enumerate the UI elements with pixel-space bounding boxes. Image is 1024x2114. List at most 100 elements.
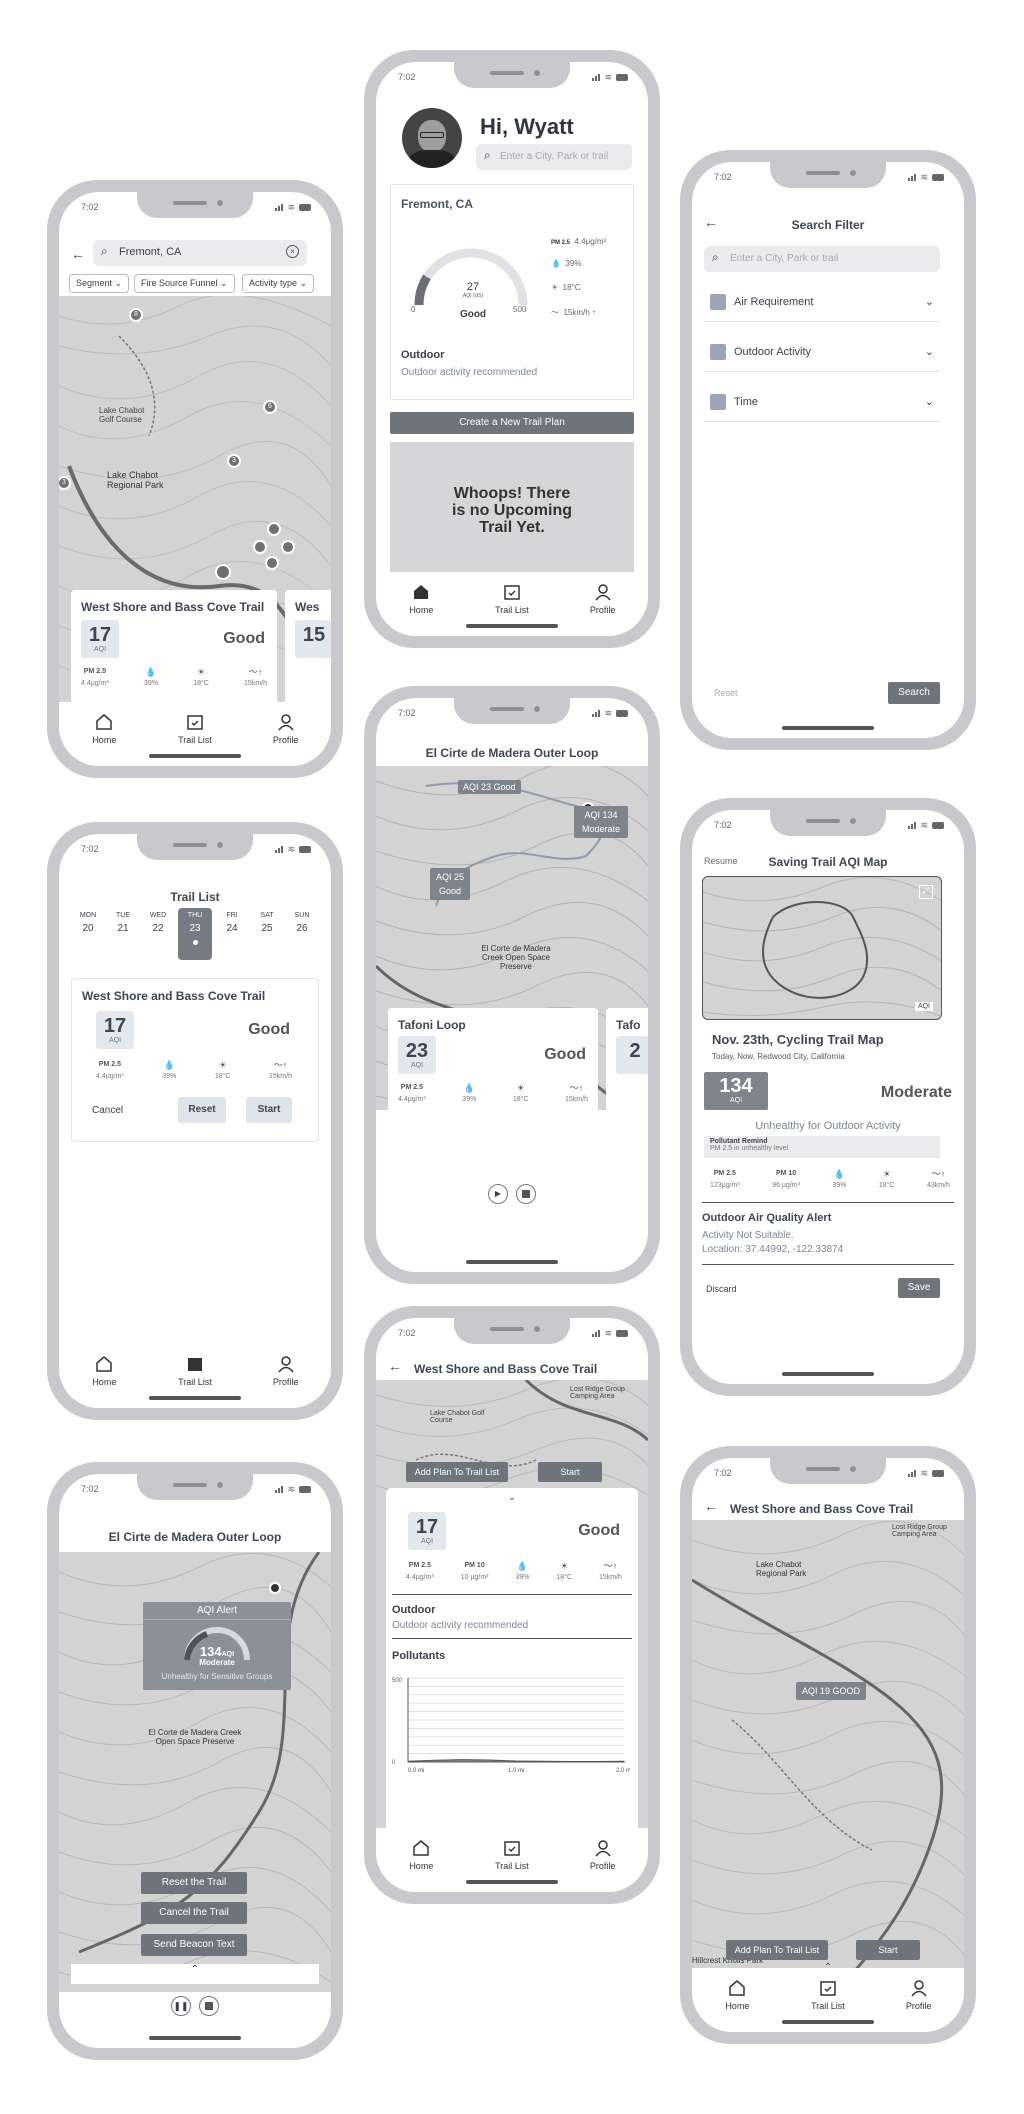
back-arrow-icon[interactable]: ← [71, 246, 85, 262]
create-trail-plan-button[interactable]: Create a New Trail Plan [390, 412, 634, 434]
search-input[interactable]: ⌕ Enter a City, Park or trail [704, 246, 940, 272]
aqi-summary-card[interactable]: Fremont, CA 27 AQI (US) 0 500 Good PM 2.… [390, 184, 634, 400]
humidity-icon: 💧 [516, 1561, 529, 1571]
reset-button[interactable]: Reset [178, 1097, 226, 1123]
aqi-bubble[interactable]: AQI 25 Good [430, 868, 470, 900]
start-button[interactable]: Start [856, 1940, 920, 1960]
nav-profile[interactable]: Profile [573, 582, 633, 636]
nav-home[interactable]: Home [391, 582, 451, 636]
home-indicator [466, 1880, 558, 1884]
reset-button[interactable]: Reset [714, 688, 738, 698]
trail-list-screen: 7:02 ≋ Trail List MON 20 TUE 21 WED 22 THU 23… [59, 834, 331, 1408]
aqi-bubble[interactable]: AQI 134 Moderate [574, 806, 628, 838]
nav-label: Home [409, 1861, 434, 1871]
location-label: Fremont, CA [401, 197, 473, 211]
home-indicator [466, 1260, 558, 1264]
aqi-bubble[interactable]: AQI 23 Good [458, 780, 521, 794]
nav-home[interactable]: Home [391, 1838, 451, 1892]
trail-map-thumbnail[interactable]: ⤢ AQI [702, 876, 942, 1020]
discard-button[interactable]: Discard [706, 1284, 737, 1294]
start-button[interactable]: Start [246, 1097, 292, 1123]
day-cell-selected[interactable]: THU 23 [178, 908, 212, 960]
map-pin[interactable] [281, 540, 295, 554]
nav-profile[interactable]: Profile [889, 1978, 949, 2032]
search-input[interactable]: ⌕ Fremont, CA × [93, 240, 307, 266]
map-pin[interactable]: 3 [227, 454, 241, 468]
sun-icon: ☀ [551, 283, 559, 292]
stop-icon[interactable] [516, 1184, 536, 1204]
filter-segment[interactable]: Segment ⌄ [69, 274, 130, 293]
day-cell[interactable]: WED 22 [143, 908, 173, 960]
nav-profile[interactable]: Profile [573, 1838, 633, 1892]
trail-card[interactable]: West Shore and Bass Cove Trail 17 AQI Goo… [71, 590, 277, 706]
aqi-value: 134 [719, 1075, 753, 1097]
wind-value: 43km/h [927, 1182, 950, 1189]
nav-home[interactable]: Home [74, 1354, 134, 1408]
cancel-trail-button[interactable]: Cancel the Trail [141, 1902, 247, 1924]
home-icon [413, 1840, 430, 1856]
checkbox[interactable] [710, 343, 726, 360]
day-cell[interactable]: FRI 24 [217, 908, 247, 960]
trail-plan-card[interactable]: West Shore and Bass Cove Trail 17 AQI Goo… [71, 978, 319, 1142]
day-cell[interactable]: SUN 26 [287, 908, 317, 960]
nav-profile[interactable]: Profile [256, 1354, 316, 1408]
chevron-down-icon: ⌄ [924, 346, 934, 358]
avatar[interactable] [402, 108, 462, 168]
phone-trail-list: 7:02 ≋ Trail List MON 20 TUE 21 WED 22 THU 23… [47, 822, 343, 1420]
add-plan-button[interactable]: Add Plan To Trail List [406, 1462, 508, 1482]
aqi-status: Good [578, 1522, 620, 1539]
add-plan-button[interactable]: Add Plan To Trail List [726, 1940, 828, 1960]
map-pin[interactable] [215, 564, 231, 580]
day-of-week: MON [79, 912, 97, 919]
save-button[interactable]: Save [898, 1278, 940, 1298]
day-cell[interactable]: SAT 25 [252, 908, 282, 960]
search-button[interactable]: Search [888, 682, 940, 704]
calendar-check-icon [187, 715, 203, 730]
map-pin[interactable]: 6 [263, 400, 277, 414]
trail-card-peek[interactable]: Wes 15 [285, 590, 331, 706]
map-pin[interactable]: 8 [129, 308, 143, 322]
trail-card[interactable]: Tafoni Loop 23 AQI Good PM 2.5 4.4μg/m³ 💧 3… [388, 1008, 598, 1122]
back-arrow-icon[interactable]: ← [704, 1498, 718, 1514]
topo-map[interactable]: Lake Chabot Regional Park Lost Ridge Gro… [692, 1520, 964, 1974]
phone-trail-detail: 7:02 ≋ ← West Shore and Bass Cove Trail L… [364, 1306, 660, 1904]
search-input[interactable]: ⌕ Enter a City, Park or trail [476, 144, 632, 170]
clear-icon[interactable]: × [286, 245, 299, 258]
aqi-bubble[interactable]: AQI 19 GOOD [796, 1682, 867, 1700]
pause-icon[interactable]: ❚❚ [171, 1996, 191, 2016]
reset-trail-button[interactable]: Reset the Trail [141, 1872, 247, 1894]
day-cell[interactable]: TUE 21 [108, 908, 138, 960]
nav-profile[interactable]: Profile [256, 712, 316, 766]
checkbox[interactable] [710, 393, 726, 410]
start-button[interactable]: Start [538, 1462, 602, 1482]
chevron-down-icon[interactable]: ⌄ [386, 1492, 638, 1503]
nav-home[interactable]: Home [707, 1978, 767, 2032]
map-pin[interactable] [253, 540, 267, 554]
cancel-button[interactable]: Cancel [92, 1105, 123, 1116]
checkbox[interactable] [710, 293, 726, 310]
filter-label: Segment [76, 278, 113, 288]
filter-option-air[interactable]: Air Requirement ⌄ [704, 282, 940, 322]
map-pin[interactable] [265, 556, 279, 570]
stop-icon[interactable] [199, 1996, 219, 2016]
filter-option-activity[interactable]: Outdoor Activity ⌄ [704, 332, 940, 372]
pm10-icon: PM 10 [464, 1562, 485, 1569]
pm10-value: 96 μg/m³ [772, 1182, 800, 1189]
nav-label: Profile [272, 1377, 299, 1387]
map-label: Lake Chabot Regional Park [107, 470, 164, 490]
map-pin[interactable] [267, 522, 281, 536]
back-arrow-icon[interactable]: ← [388, 1358, 402, 1374]
filter-activity-type[interactable]: Activity type ⌄ [242, 274, 315, 293]
expand-icon[interactable]: ⤢ [919, 885, 933, 899]
home-screen: 7:02 ≋ Hi, Wyatt ⌕ Enter a City, Park or … [376, 62, 648, 636]
filter-option-time[interactable]: Time ⌄ [704, 382, 940, 422]
aqi-alert-popup[interactable]: AQI Alert 134AQI Moderate Unhealthy for … [143, 1602, 291, 1690]
trail-card-peek[interactable]: Tafo 2 [606, 1008, 648, 1122]
metrics-row: PM 2.5 4.4μg/m³ 💧 39% ☀ 18°C 〜↑ 15km/h [398, 1082, 588, 1103]
bottom-sheet-handle[interactable]: ⌃ [71, 1964, 319, 1984]
filter-fire-source[interactable]: Fire Source Funnel ⌄ [134, 274, 235, 293]
play-icon[interactable]: ▶ [488, 1184, 508, 1204]
send-beacon-button[interactable]: Send Beacon Text [141, 1934, 247, 1956]
day-cell[interactable]: MON 20 [73, 908, 103, 960]
nav-home[interactable]: Home [74, 712, 134, 766]
